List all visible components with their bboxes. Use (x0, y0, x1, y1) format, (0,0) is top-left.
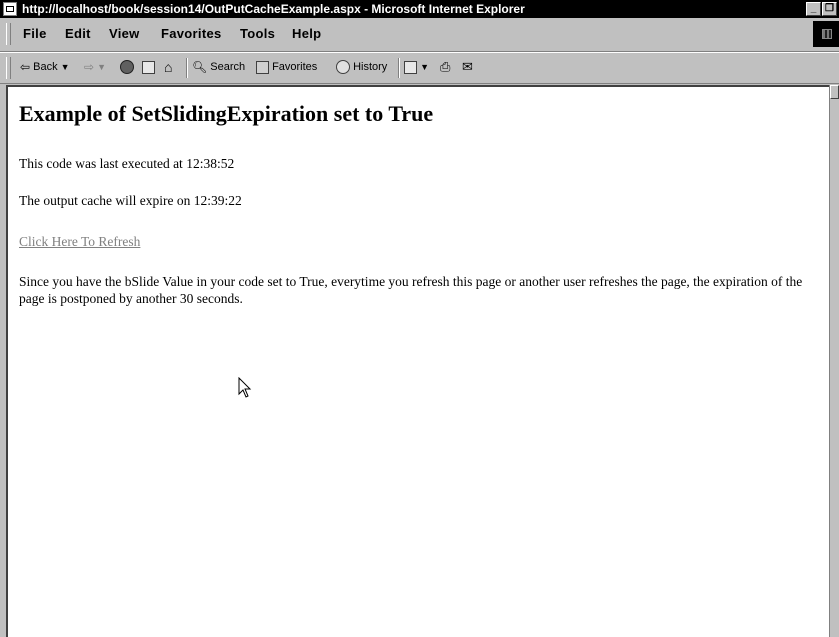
executed-time-text: This code was last executed at 12:38:52 (19, 156, 235, 171)
menu-file[interactable]: File (23, 26, 47, 41)
menu-help[interactable]: Help (292, 26, 321, 41)
standard-toolbar: ⇦ Back ▼ ⇨ ▼ ⌂ 🔍︎ Search Favorites Histo… (0, 52, 839, 84)
menu-tools[interactable]: Tools (240, 26, 275, 41)
window-title: http://localhost/book/session14/OutPutCa… (22, 2, 525, 16)
left-arrow-icon: ⇦ (20, 60, 31, 75)
vertical-scrollbar[interactable] (829, 85, 839, 637)
ie-page-icon (3, 2, 17, 16)
toolbar-separator (186, 58, 188, 78)
home-icon: ⌂ (164, 59, 173, 76)
favorites-icon (256, 60, 269, 74)
mail-button[interactable]: ✉ (462, 60, 473, 74)
mail-icon: ✉ (462, 59, 473, 75)
minimize-button[interactable]: _ (806, 2, 821, 16)
page-content: Example of SetSlidingExpiration set to T… (6, 85, 829, 637)
refresh-link[interactable]: Click Here To Refresh (19, 234, 140, 249)
search-button[interactable]: 🔍︎ Search (192, 60, 245, 74)
back-button[interactable]: ⇦ Back ▼ (20, 60, 70, 74)
title-bar: http://localhost/book/session14/OutPutCa… (0, 0, 839, 18)
history-button[interactable]: History (336, 60, 388, 75)
edit-page-icon (404, 60, 417, 74)
history-icon (336, 60, 350, 75)
favorites-label: Favorites (272, 61, 318, 73)
back-label: Back (33, 61, 58, 73)
back-dropdown-icon[interactable]: ▼ (61, 60, 70, 74)
scroll-up-button[interactable] (830, 85, 839, 99)
refresh-icon (142, 60, 155, 74)
stop-button[interactable] (120, 60, 134, 75)
mouse-cursor-icon (238, 377, 252, 398)
refresh-button[interactable] (142, 60, 155, 74)
print-icon: ⎙ (440, 59, 451, 75)
stop-icon (120, 60, 134, 75)
windows-logo-icon (822, 29, 832, 39)
explanation-text: Since you have the bSlide Value in your … (19, 274, 803, 306)
forward-button[interactable]: ⇨ ▼ (84, 60, 106, 74)
menu-edit[interactable]: Edit (65, 26, 91, 41)
menu-bar: File Edit View Favorites Tools Help (0, 18, 839, 52)
favorites-button[interactable]: Favorites (256, 60, 317, 74)
menu-view[interactable]: View (109, 26, 140, 41)
page-heading: Example of SetSlidingExpiration set to T… (19, 101, 434, 126)
browser-window: http://localhost/book/session14/OutPutCa… (0, 0, 839, 637)
expire-time-text: The output cache will expire on 12:39:22 (19, 193, 242, 208)
print-button[interactable]: ⎙ (440, 60, 450, 74)
windows-logo-throbber (813, 21, 839, 47)
toolbar-separator (398, 58, 400, 78)
history-label: History (353, 61, 388, 73)
home-button[interactable]: ⌂ (164, 60, 172, 74)
menu-favorites[interactable]: Favorites (161, 26, 222, 41)
toolbar-grip[interactable] (6, 57, 11, 79)
menu-bar-grip[interactable] (6, 23, 11, 45)
edit-button[interactable]: ▼ (404, 60, 429, 74)
restore-button[interactable]: ❐ (822, 2, 837, 16)
search-icon: 🔍︎ (192, 60, 208, 75)
forward-dropdown-icon[interactable]: ▼ (97, 60, 106, 74)
search-label: Search (210, 61, 246, 73)
right-arrow-icon: ⇨ (84, 60, 95, 75)
edit-dropdown-icon[interactable]: ▼ (420, 60, 429, 74)
